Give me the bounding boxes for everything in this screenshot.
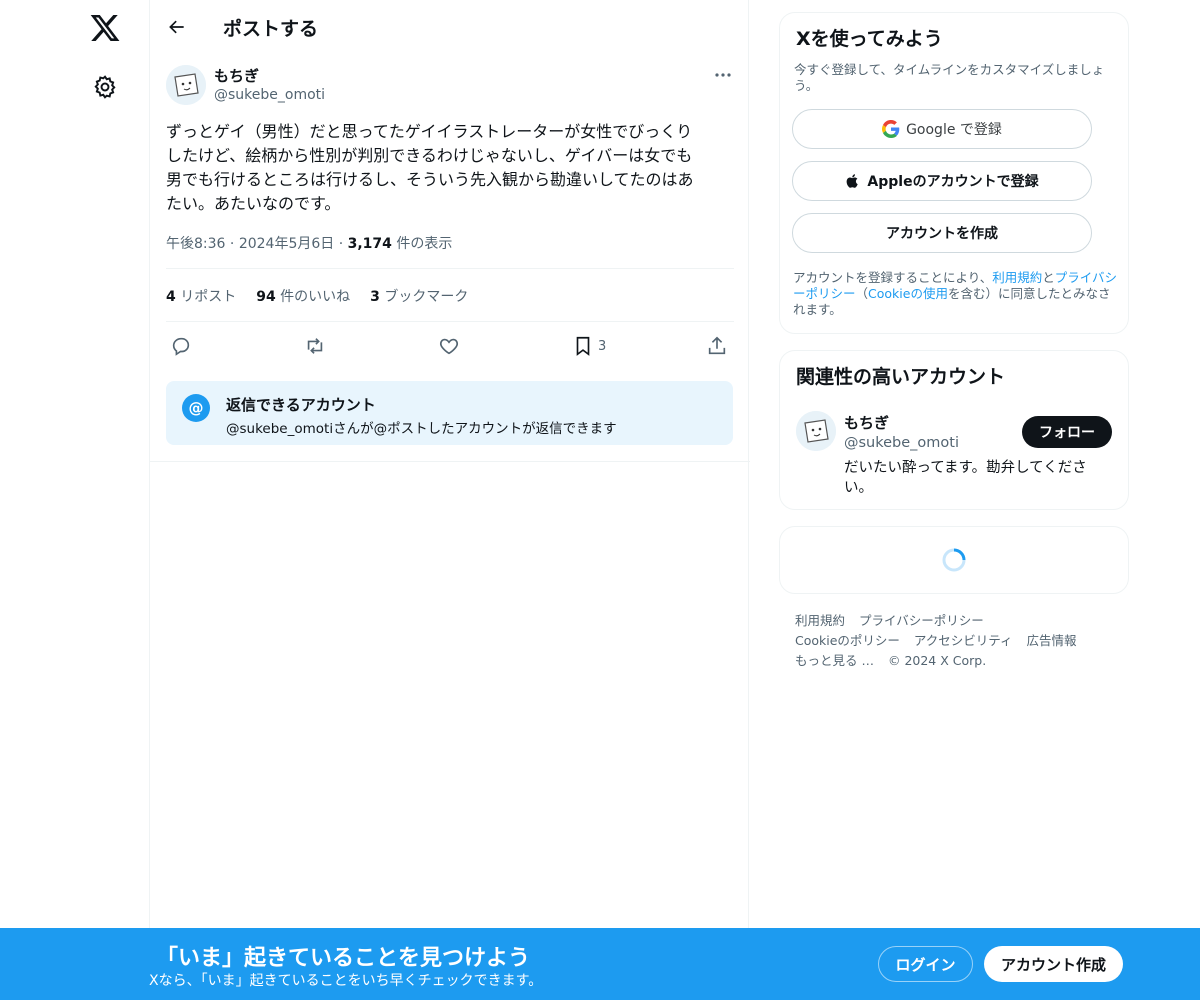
post-text: ずっとゲイ（男性）だと思ってたゲイイラストレーターが女性でびっくり したけど、絵… [166, 122, 694, 213]
legal-paren: （ [855, 286, 869, 301]
meta-separator: · [338, 236, 348, 252]
create-account-button[interactable]: アカウントを作成 [792, 213, 1092, 253]
footer-link-accessibility[interactable]: アクセシビリティ [914, 633, 1013, 648]
bookmarks-count: 3 [370, 289, 380, 305]
terms-link[interactable]: 利用規約 [992, 270, 1042, 285]
divider [166, 321, 734, 322]
footer-copyright: © 2024 X Corp. [887, 653, 987, 668]
legal-and: と [1042, 270, 1055, 285]
likes-count: 94 [256, 289, 276, 305]
reply-restriction-title: 返信できるアカウント [226, 396, 376, 414]
loading-card [779, 526, 1129, 594]
back-arrow-icon [169, 20, 184, 34]
signup-button[interactable]: アカウント作成 [984, 946, 1123, 982]
signup-card-title: Xを使ってみよう [796, 28, 943, 50]
cookie-link[interactable]: Cookieの使用 [868, 286, 948, 301]
reply-restriction-box: @ 返信できるアカウント @sukebe_omotiさんが@ポストしたアカウント… [166, 381, 733, 445]
footer-links: 利用規約 プライバシーポリシー Cookieのポリシー アクセシビリティ 広告情… [795, 611, 1125, 671]
footer-link-cookie[interactable]: Cookieのポリシー [795, 633, 900, 648]
more-button[interactable] [710, 65, 736, 85]
apple-signup-button[interactable]: Appleのアカウントで登録 [792, 161, 1092, 201]
footer-link-terms[interactable]: 利用規約 [795, 613, 845, 628]
post-time[interactable]: 午後8:36 [166, 236, 225, 252]
bookmark-button[interactable]: 3 [572, 333, 606, 359]
related-account-handle[interactable]: @sukebe_omoti [844, 435, 959, 451]
bottom-banner: 「いま」起きていることを見つけよう Xなら、「いま」起きていることをいち早くチェ… [0, 928, 1200, 1000]
footer-row: もっと見る … © 2024 X Corp. [795, 651, 1125, 671]
bookmark-count: 3 [598, 338, 607, 354]
back-button[interactable] [164, 14, 190, 40]
loading-spinner-icon [941, 547, 967, 573]
reply-icon [172, 337, 190, 356]
signup-card: Xを使ってみよう 今すぐ登録して、タイムラインをカスタマイズしましょう。 Goo… [779, 12, 1129, 334]
legal-prefix: アカウントを登録することにより、 [793, 270, 993, 285]
likes-label: 件のいいね [280, 289, 351, 305]
banner-title: 「いま」起きていることを見つけよう [156, 946, 531, 971]
share-icon [708, 336, 726, 355]
reposts-label: リポスト [180, 289, 237, 305]
login-button[interactable]: ログイン [878, 946, 973, 982]
avatar[interactable] [796, 411, 836, 451]
author-name[interactable]: もちぎ [214, 65, 259, 86]
gear-icon[interactable] [92, 74, 118, 100]
meta-separator: · [229, 236, 239, 252]
footer-row: 利用規約 プライバシーポリシー [795, 611, 1125, 631]
post-meta: 午後8:36 · 2024年5月6日 · 3,174 件の表示 [166, 233, 452, 253]
legal-text: アカウントを登録することにより、利用規約とプライバシーポリシー（Cookieの使… [793, 270, 1121, 318]
page-title: ポストする [223, 18, 319, 40]
author-handle[interactable]: @sukebe_omoti [214, 87, 325, 103]
repost-button[interactable] [303, 333, 327, 359]
bookmarks-label: ブックマーク [384, 289, 469, 305]
at-icon: @ [182, 394, 210, 422]
banner-subtitle: Xなら、「いま」起きていることをいち早くチェックできます。 [149, 973, 543, 989]
create-account-label: アカウントを作成 [886, 226, 998, 242]
views-count: 3,174 [347, 236, 392, 252]
post-stats: 4 リポスト 94 件のいいね 3 ブックマーク [166, 286, 468, 306]
repost-icon [307, 338, 323, 354]
reply-restriction-description: @sukebe_omotiさんが@ポストしたアカウントが返信できます [226, 421, 617, 437]
reply-button[interactable] [170, 333, 192, 359]
like-icon [439, 338, 459, 355]
related-accounts-card: 関連性の高いアカウント もちぎ @sukebe_omoti だいたい酔ってます。… [779, 350, 1129, 510]
related-accounts-title: 関連性の高いアカウント [796, 366, 1006, 388]
x-logo-icon[interactable] [89, 12, 121, 44]
bookmark-icon [576, 336, 590, 356]
apple-icon [847, 174, 859, 188]
related-account-name[interactable]: もちぎ [844, 412, 889, 433]
reposts-stat[interactable]: 4 リポスト [166, 286, 236, 306]
post-date[interactable]: 2024年5月6日 [239, 236, 334, 252]
post-actions: 3 [166, 333, 734, 359]
more-icon [715, 73, 731, 77]
views-label: 件の表示 [396, 236, 453, 252]
post: もちぎ @sukebe_omoti ずっとゲイ（男性）だと思ってたゲイイラストレ… [150, 53, 750, 462]
google-icon [882, 120, 900, 138]
like-button[interactable] [438, 333, 460, 359]
google-signup-button[interactable]: Google で登録 [792, 109, 1092, 149]
follow-button[interactable]: フォロー [1022, 416, 1112, 448]
footer-link-privacy[interactable]: プライバシーポリシー [859, 613, 984, 628]
likes-stat[interactable]: 94 件のいいね [256, 286, 350, 306]
page-header: ポストする [150, 0, 750, 53]
avatar[interactable] [166, 65, 206, 105]
divider [166, 268, 734, 269]
reposts-count: 4 [166, 289, 176, 305]
related-account-bio: だいたい酔ってます。勘弁してください。 [844, 460, 1087, 496]
footer-link-ads[interactable]: 広告情報 [1027, 633, 1077, 648]
share-button[interactable] [706, 333, 728, 359]
bookmarks-stat[interactable]: 3 ブックマーク [370, 286, 468, 306]
signup-card-subtitle: 今すぐ登録して、タイムラインをカスタマイズしましょう。 [794, 62, 1105, 93]
google-signup-label: Google で登録 [906, 122, 1002, 138]
left-nav [0, 0, 150, 1000]
main-column: ポストする もちぎ @sukebe_omoti ずっとゲイ（男性）だと思ってたゲ… [149, 0, 750, 1000]
footer-row: Cookieのポリシー アクセシビリティ 広告情報 [795, 631, 1125, 651]
apple-signup-label: Appleのアカウントで登録 [867, 174, 1039, 190]
footer-link-more[interactable]: もっと見る … [795, 653, 874, 668]
